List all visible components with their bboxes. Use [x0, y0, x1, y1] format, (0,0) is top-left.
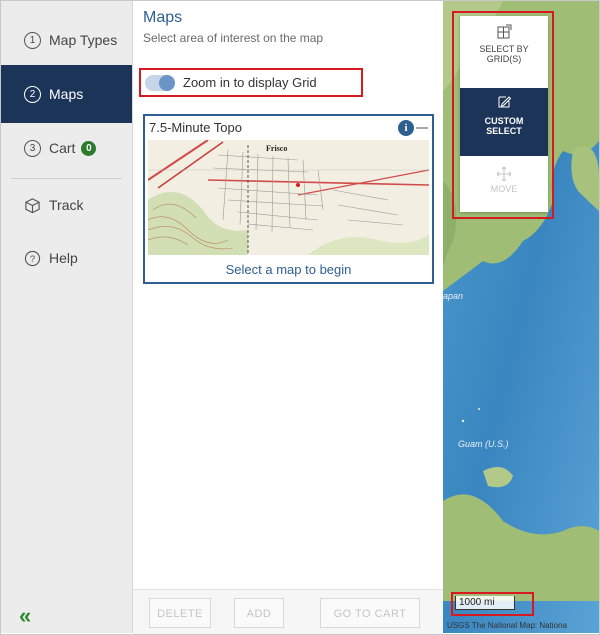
box-icon — [25, 197, 40, 213]
delete-button[interactable]: DELETE — [149, 598, 211, 628]
thumb-label: Frisco — [266, 144, 287, 153]
minimize-icon[interactable] — [416, 127, 428, 129]
card-title: 7.5-Minute Topo — [149, 120, 242, 135]
sidebar-item-label: Help — [49, 250, 78, 266]
sidebar-item-maps[interactable]: 2 Maps — [1, 65, 132, 123]
help-circle-icon: ? — [24, 250, 41, 266]
scale-highlight — [451, 592, 534, 616]
svg-text:?: ? — [30, 253, 35, 264]
zoom-grid-toggle[interactable] — [145, 74, 175, 91]
sidebar: 1 Map Types 2 Maps 3 Cart 0 Track ? Help… — [1, 1, 133, 633]
map-label-guam: Guam (U.S.) — [458, 439, 509, 449]
toggle-knob — [159, 74, 175, 91]
tools-highlight — [452, 11, 554, 219]
zoom-grid-highlight: Zoom in to display Grid — [139, 68, 363, 97]
step-number: 2 — [24, 85, 41, 103]
maps-panel: Maps Select area of interest on the map … — [133, 1, 443, 634]
sidebar-item-map-types[interactable]: 1 Map Types — [1, 11, 132, 69]
info-icon[interactable]: i — [398, 120, 414, 136]
sidebar-item-cart[interactable]: 3 Cart 0 — [1, 119, 132, 177]
zoom-grid-label: Zoom in to display Grid — [183, 75, 317, 90]
topo-map-image: Frisco — [148, 140, 429, 255]
map-type-card[interactable]: 7.5-Minute Topo i Frisco Select a map to… — [143, 114, 434, 284]
add-button[interactable]: ADD — [234, 598, 284, 628]
step-number: 3 — [24, 139, 41, 157]
sidebar-item-label: Maps — [49, 86, 84, 102]
panel-footer: DELETE ADD GO TO CART — [133, 589, 443, 634]
map-label-japan: apan — [443, 291, 464, 301]
card-footer: Select a map to begin — [225, 262, 352, 277]
sidebar-item-label: Map Types — [49, 32, 118, 48]
sidebar-item-label: Track — [49, 197, 84, 213]
page-subtitle: Select area of interest on the map — [143, 31, 324, 45]
topo-map-thumbnail: Frisco — [148, 140, 429, 255]
cart-count-badge: 0 — [81, 140, 97, 156]
map-attribution: USGS The National Map: Nationa — [447, 621, 567, 630]
go-to-cart-button[interactable]: GO TO CART — [320, 598, 420, 628]
collapse-sidebar-button[interactable]: « — [19, 603, 31, 629]
step-number: 1 — [24, 31, 41, 49]
sidebar-item-label: Cart — [49, 140, 76, 156]
sidebar-item-track[interactable]: Track — [1, 176, 132, 234]
sidebar-item-help[interactable]: ? Help — [1, 229, 132, 287]
page-title: Maps — [143, 9, 183, 26]
